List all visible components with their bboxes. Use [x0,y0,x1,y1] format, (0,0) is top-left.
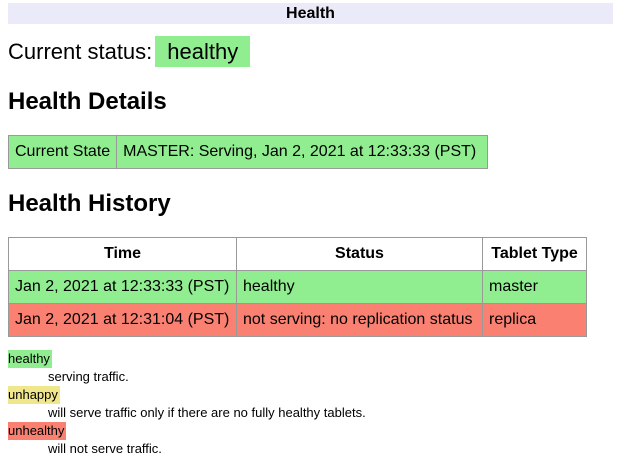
column-header-tablet-type: Tablet Type [483,238,587,271]
history-time-cell: Jan 2, 2021 at 12:33:33 (PST) [9,271,237,304]
legend-term-healthy: healthy [8,350,52,368]
history-status-cell: healthy [237,271,483,304]
legend-term-unhealthy: unhealthy [8,422,66,440]
current-state-row: Current State MASTER: Serving, Jan 2, 20… [9,136,488,169]
legend-description: will not serve traffic. [48,440,613,458]
legend-term-unhappy: unhappy [8,386,60,404]
history-tablet-type-cell: replica [483,304,587,337]
history-tablet-type-cell: master [483,271,587,304]
health-details-table: Current State MASTER: Serving, Jan 2, 20… [8,135,488,169]
current-status-badge: healthy [155,36,250,67]
health-details-heading: Health Details [8,88,613,116]
health-history-heading: Health History [8,190,613,218]
health-history-table: Time Status Tablet Type Jan 2, 2021 at 1… [8,237,587,337]
column-header-status: Status [237,238,483,271]
legend-description: serving traffic. [48,368,613,386]
history-time-cell: Jan 2, 2021 at 12:31:04 (PST) [9,304,237,337]
table-row: Jan 2, 2021 at 12:33:33 (PST) healthy ma… [9,271,587,304]
current-state-label-cell: Current State [9,136,117,169]
column-header-time: Time [9,238,237,271]
history-status-cell: not serving: no replication status [237,304,483,337]
table-row: Jan 2, 2021 at 12:31:04 (PST) not servin… [9,304,587,337]
legend-description: will serve traffic only if there are no … [48,404,613,422]
current-status-line: Current status:healthy [8,36,613,67]
current-state-value-cell: MASTER: Serving, Jan 2, 2021 at 12:33:33… [117,136,488,169]
history-header-row: Time Status Tablet Type [9,238,587,271]
status-legend: healthy serving traffic. unhappy will se… [8,350,613,458]
current-status-label: Current status: [8,39,152,64]
page-title: Health [8,3,613,24]
